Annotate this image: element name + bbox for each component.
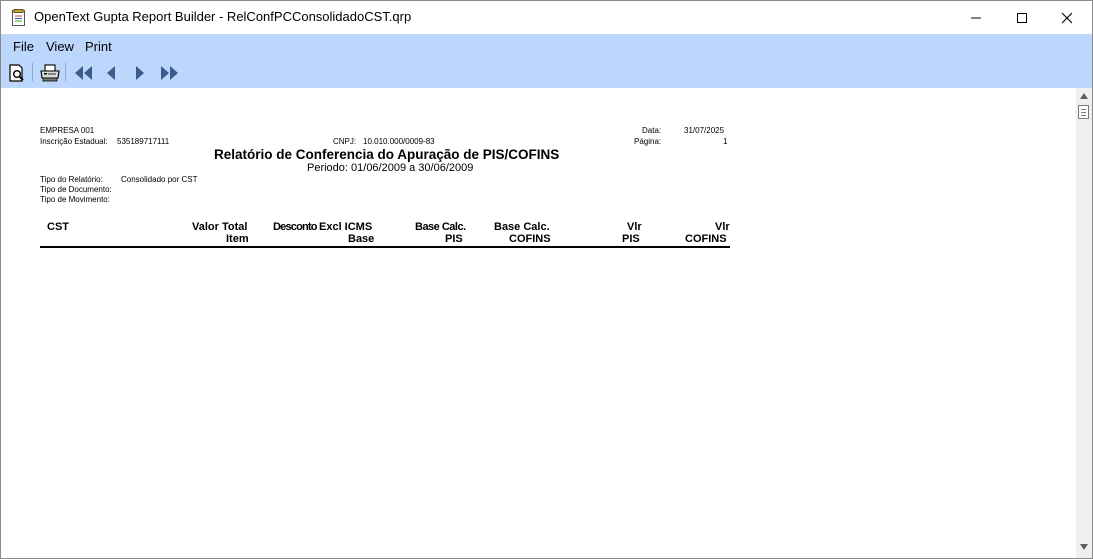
minimize-icon — [971, 17, 981, 19]
scroll-down-icon[interactable] — [1080, 544, 1088, 550]
ie-label: Inscrição Estadual: — [40, 137, 108, 146]
tipo-relatorio-label: Tipo do Relatório: — [40, 175, 103, 184]
ie-value: 535189717111 — [117, 137, 170, 146]
col-base: Base — [348, 233, 375, 245]
col-desconto: Desconto — [273, 221, 318, 233]
scroll-thumb[interactable] — [1078, 105, 1089, 119]
scroll-up-icon[interactable] — [1080, 93, 1088, 99]
col-vlr-pis: Vlr — [627, 221, 642, 233]
date-label: Data: — [642, 126, 662, 135]
menu-toolbar-area: File View Print — [1, 34, 1092, 88]
next-page-icon[interactable] — [133, 62, 147, 84]
previous-page-icon[interactable] — [105, 62, 119, 84]
toolbar-separator — [65, 63, 66, 81]
report-title: Relatório de Conferencia do Apuração de … — [214, 147, 560, 162]
close-button[interactable] — [1044, 1, 1090, 34]
menu-print[interactable]: Print — [85, 39, 112, 54]
col-base-calc-pis: Base Calc. — [415, 221, 466, 233]
col-base-calc-cofins-sub: COFINS — [509, 233, 551, 245]
report-app-icon — [12, 9, 25, 26]
company-name: EMPRESA 001 — [40, 126, 95, 135]
minimize-button[interactable] — [953, 1, 999, 34]
print-preview-icon[interactable] — [8, 62, 26, 84]
title-bar[interactable]: OpenText Gupta Report Builder - RelConfP… — [1, 1, 1092, 34]
report-builder-window: OpenText Gupta Report Builder - RelConfP… — [0, 0, 1093, 559]
header-rule — [40, 246, 730, 248]
col-base-calc-pis-sub: PIS — [445, 233, 463, 245]
menu-file[interactable]: File — [13, 39, 34, 54]
col-cst: CST — [47, 221, 69, 233]
cnpj-value: 10.010.000/0009-83 — [363, 137, 435, 146]
maximize-icon — [1017, 13, 1027, 23]
report-period: Periodo: 01/06/2009 a 30/06/2009 — [307, 162, 474, 174]
col-vlr-cofins-sub: COFINS — [685, 233, 727, 245]
col-vlr-cofins: Vlr — [715, 221, 730, 233]
col-vlr-pis-sub: PIS — [622, 233, 640, 245]
close-icon — [1061, 12, 1073, 24]
first-page-icon[interactable] — [73, 62, 95, 84]
tipo-movimento-label: Tipo de Movimento: — [40, 195, 110, 204]
maximize-button[interactable] — [999, 1, 1045, 34]
tipo-documento-label: Tipo de Documento: — [40, 185, 112, 194]
tipo-relatorio-value: Consolidado por CST — [121, 175, 198, 184]
last-page-icon[interactable] — [159, 62, 181, 84]
col-base-calc-cofins: Base Calc. — [494, 221, 550, 233]
page-value: 1 — [723, 137, 728, 146]
menu-view[interactable]: View — [46, 39, 74, 54]
col-excl-icms: Excl ICMS — [319, 221, 373, 233]
col-item: Item — [226, 233, 249, 245]
col-valor-total: Valor Total — [192, 221, 248, 233]
vertical-scrollbar[interactable] — [1076, 88, 1092, 558]
page-label: Página: — [634, 137, 662, 146]
printer-icon[interactable] — [39, 62, 61, 84]
date-value: 31/07/2025 — [684, 126, 725, 135]
cnpj-label: CNPJ: — [333, 137, 357, 146]
toolbar-separator — [32, 63, 33, 81]
window-title: OpenText Gupta Report Builder - RelConfP… — [34, 9, 412, 24]
